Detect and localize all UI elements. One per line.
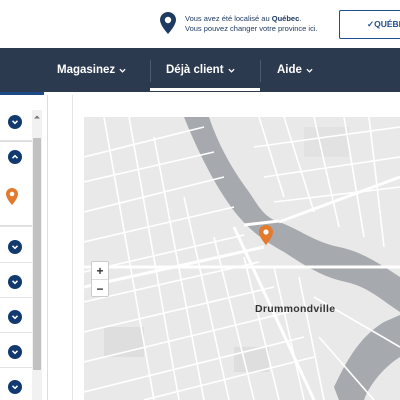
nav-separator bbox=[260, 60, 261, 82]
scroll-up-arrow-icon[interactable] bbox=[32, 112, 42, 122]
zoom-in-button[interactable]: + bbox=[92, 262, 108, 279]
chevron-down-icon bbox=[11, 245, 19, 250]
nav-item-deja-client[interactable]: Déjà client bbox=[166, 48, 235, 92]
expand-chevron-button[interactable] bbox=[8, 240, 22, 254]
nav-item-magasinez[interactable]: Magasinez bbox=[57, 48, 126, 92]
list-divider bbox=[0, 226, 32, 227]
list-divider bbox=[0, 332, 32, 333]
location-line1-suffix: . bbox=[299, 14, 302, 23]
chevron-down-icon bbox=[11, 280, 19, 285]
chevron-down-icon bbox=[11, 315, 19, 320]
expand-chevron-button[interactable] bbox=[8, 115, 22, 129]
map-zoom-controls: + − bbox=[91, 261, 109, 297]
chevron-down-icon bbox=[306, 68, 313, 73]
nav-item-label: Aide bbox=[277, 64, 302, 76]
location-pin-icon bbox=[160, 12, 176, 34]
map-canvas bbox=[84, 117, 400, 400]
page: Vous avez été localisé au Québec. Vous p… bbox=[0, 0, 400, 400]
expand-chevron-button[interactable] bbox=[8, 275, 22, 289]
nav-item-label: Déjà client bbox=[166, 64, 224, 76]
chevron-down-icon bbox=[227, 68, 235, 73]
collapse-chevron-button[interactable] bbox=[8, 150, 22, 164]
location-province: Québec bbox=[271, 14, 300, 23]
confirm-province-label: ✓QUÉBEC bbox=[367, 19, 400, 29]
location-banner: Vous avez été localisé au Québec. Vous p… bbox=[0, 0, 400, 48]
chevron-down-icon bbox=[11, 385, 19, 390]
map-city-label: Drummondville bbox=[255, 303, 336, 315]
chevron-up-icon bbox=[11, 154, 19, 159]
expand-chevron-button[interactable] bbox=[8, 380, 22, 394]
nav-item-aide[interactable]: Aide bbox=[277, 48, 313, 92]
store-map[interactable]: Drummondville bbox=[84, 117, 400, 400]
nav-separator bbox=[150, 60, 151, 82]
main-nav: Magasinez Déjà client Aide bbox=[0, 48, 400, 92]
nav-active-indicator bbox=[150, 88, 260, 91]
zoom-out-button[interactable]: − bbox=[92, 280, 108, 297]
chevron-down-icon bbox=[119, 68, 126, 73]
scrollbar-thumb[interactable] bbox=[33, 138, 41, 370]
content-border bbox=[72, 95, 73, 400]
location-line1-prefix: Vous avez été localisé au bbox=[185, 14, 272, 23]
expand-chevron-button[interactable] bbox=[8, 310, 22, 324]
confirm-province-button[interactable]: ✓QUÉBEC bbox=[339, 10, 400, 39]
list-divider bbox=[0, 262, 32, 263]
chevron-down-icon bbox=[11, 350, 19, 355]
list-divider bbox=[0, 297, 32, 298]
list-divider bbox=[0, 367, 32, 368]
list-divider bbox=[0, 140, 32, 141]
nav-item-label: Magasinez bbox=[57, 64, 116, 76]
expand-chevron-button[interactable] bbox=[8, 345, 22, 359]
location-line2: Vous pouvez changer votre province ici. bbox=[185, 24, 318, 33]
store-pin-icon bbox=[6, 188, 18, 205]
chevron-down-icon bbox=[11, 120, 19, 125]
location-message: Vous avez été localisé au Québec. Vous p… bbox=[185, 14, 318, 34]
